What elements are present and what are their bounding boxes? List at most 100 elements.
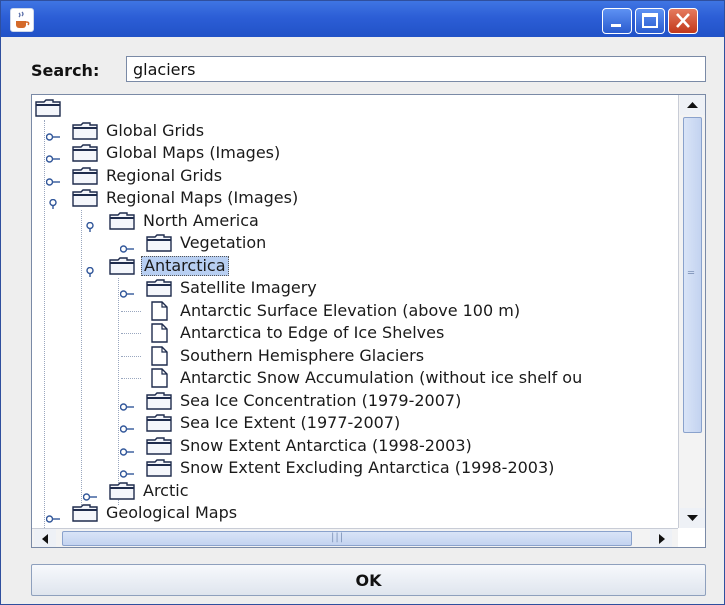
- grip-icon: ═: [688, 268, 696, 279]
- scroll-left-button[interactable]: [34, 529, 56, 547]
- title-bar[interactable]: [1, 1, 724, 37]
- folder-icon: [72, 143, 98, 163]
- tree-node-label: Regional Grids: [106, 165, 223, 185]
- folder-icon: [146, 391, 172, 411]
- tree-node-label: Southern Hemisphere Glaciers: [180, 345, 425, 365]
- folder-icon: [35, 98, 61, 118]
- document-icon: [146, 323, 172, 343]
- tree-node-global-maps-images[interactable]: Global Maps (Images): [32, 142, 678, 164]
- folder-icon: [109, 481, 135, 501]
- tree-node-antarctica-to-edge-of-ice-shelves[interactable]: Antarctica to Edge of Ice Shelves: [32, 322, 678, 344]
- tree-guide-line: [121, 355, 141, 357]
- expand-toggle-icon[interactable]: [119, 239, 134, 253]
- scroll-down-button[interactable]: [680, 508, 705, 528]
- horizontal-scroll-thumb[interactable]: |||: [62, 531, 632, 546]
- collapse-toggle-icon[interactable]: [83, 262, 97, 277]
- document-icon: [146, 368, 172, 388]
- folder-icon: [72, 166, 98, 186]
- tree-node-root[interactable]: [32, 97, 678, 119]
- tree-node-label: Snow Extent Antarctica (1998-2003): [180, 435, 472, 455]
- folder-icon: [72, 503, 98, 523]
- tree-node-label: Antarctic Surface Elevation (above 100 m…: [180, 300, 521, 320]
- maximize-button[interactable]: [635, 8, 665, 34]
- tree-node-snow-extent-antarctica-1998-2003[interactable]: Snow Extent Antarctica (1998-2003): [32, 435, 678, 457]
- tree-panel: Global Grids Global Maps (Images) Regional…: [31, 94, 706, 548]
- tree-node-label: Satellite Imagery: [180, 278, 317, 297]
- close-button[interactable]: [668, 8, 698, 34]
- folder-icon: [109, 256, 135, 276]
- tree-node-vegetation[interactable]: Vegetation: [32, 232, 678, 254]
- close-icon: [676, 13, 690, 28]
- expand-toggle-icon[interactable]: [45, 172, 60, 186]
- tree-node-antarctic-snow-accumulation-without-ice-shelf-ou[interactable]: Antarctic Snow Accumulation (without ice…: [32, 367, 678, 389]
- ok-button[interactable]: OK: [31, 564, 706, 596]
- tree-node-label: North America: [143, 210, 259, 230]
- arrow-right-icon: [659, 534, 665, 544]
- minimize-button[interactable]: [602, 8, 632, 34]
- grip-icon: |||: [331, 532, 345, 543]
- tree-node-label: Global Maps (Images): [106, 143, 281, 162]
- tree-node-geological-maps[interactable]: Geological Maps: [32, 502, 678, 524]
- tree-node-label: Global Grids: [106, 120, 205, 140]
- expand-toggle-icon[interactable]: [119, 442, 134, 456]
- arrow-down-icon: [687, 515, 698, 521]
- tree-guide-line: [121, 378, 141, 379]
- expand-toggle-icon[interactable]: [119, 419, 134, 433]
- expand-toggle-icon[interactable]: [45, 149, 60, 163]
- tree-node-label: Snow Extent Excluding Antarctica (1998-2…: [180, 458, 555, 477]
- horizontal-scrollbar[interactable]: |||: [32, 528, 678, 547]
- java-cup-icon: [10, 8, 34, 32]
- expand-toggle-icon[interactable]: [82, 487, 97, 501]
- expand-toggle-icon[interactable]: [119, 464, 134, 478]
- tree-node-sea-ice-extent-1977-2007[interactable]: Sea Ice Extent (1977-2007): [32, 412, 678, 434]
- document-icon: [146, 345, 172, 366]
- tree-node-global-grids[interactable]: Global Grids: [32, 120, 678, 142]
- tree-guide-line: [121, 310, 141, 312]
- folder-icon: [146, 436, 172, 456]
- document-icon: [146, 300, 172, 321]
- scroll-up-button[interactable]: [680, 95, 705, 115]
- minimize-icon: [611, 24, 621, 27]
- tree-node-antarctica[interactable]: Antarctica: [32, 255, 678, 277]
- tree-node-antarctic-surface-elevation-above-100-m[interactable]: Antarctic Surface Elevation (above 100 m…: [32, 300, 678, 322]
- maximize-icon: [642, 13, 658, 28]
- folder-icon: [72, 188, 98, 208]
- arrow-up-icon: [687, 102, 698, 108]
- expand-toggle-icon[interactable]: [119, 397, 134, 411]
- tree-node-regional-maps-images[interactable]: Regional Maps (Images): [32, 187, 678, 209]
- search-label: Search:: [31, 61, 100, 80]
- tree-node-label: Sea Ice Concentration (1979-2007): [180, 390, 462, 410]
- tree-node-regional-grids[interactable]: Regional Grids: [32, 165, 678, 187]
- scroll-right-button[interactable]: [650, 529, 672, 547]
- tree-node-southern-hemisphere-glaciers[interactable]: Southern Hemisphere Glaciers: [32, 345, 678, 367]
- folder-icon: [72, 121, 98, 141]
- tree-view[interactable]: Global Grids Global Maps (Images) Regional…: [32, 95, 678, 528]
- collapse-toggle-icon[interactable]: [46, 194, 60, 209]
- tree-node-label: Antarctic Snow Accumulation (without ice…: [180, 368, 583, 387]
- collapse-toggle-icon[interactable]: [83, 217, 97, 232]
- search-input[interactable]: [126, 56, 706, 82]
- tree-node-label: Sea Ice Extent (1977-2007): [180, 413, 401, 432]
- tree-node-satellite-imagery[interactable]: Satellite Imagery: [32, 277, 678, 299]
- folder-icon: [146, 278, 172, 298]
- tree-node-label: Arctic: [143, 480, 189, 500]
- dialog-window: Search: Global Grids Global Maps (Images)…: [0, 0, 725, 605]
- vertical-scroll-thumb[interactable]: ═: [683, 117, 702, 433]
- expand-toggle-icon[interactable]: [45, 509, 60, 523]
- tree-node-label: Antarctica: [141, 255, 229, 276]
- tree-node-sea-ice-concentration-1979-2007[interactable]: Sea Ice Concentration (1979-2007): [32, 390, 678, 412]
- tree-node-label: Vegetation: [180, 233, 267, 252]
- tree-node-arctic[interactable]: Arctic: [32, 480, 678, 502]
- vertical-scrollbar[interactable]: ═: [678, 95, 705, 528]
- folder-icon: [109, 211, 135, 231]
- tree-node-snow-extent-excluding-antarctica-1998-2003[interactable]: Snow Extent Excluding Antarctica (1998-2…: [32, 457, 678, 479]
- folder-icon: [146, 413, 172, 433]
- tree-node-label: Antarctica to Edge of Ice Shelves: [180, 323, 445, 342]
- expand-toggle-icon[interactable]: [119, 284, 134, 298]
- arrow-left-icon: [42, 534, 48, 544]
- tree-guide-line: [121, 333, 141, 334]
- tree-node-north-america[interactable]: North America: [32, 210, 678, 232]
- expand-toggle-icon[interactable]: [45, 127, 60, 141]
- folder-icon: [146, 458, 172, 478]
- tree-node-label: Geological Maps: [106, 503, 238, 522]
